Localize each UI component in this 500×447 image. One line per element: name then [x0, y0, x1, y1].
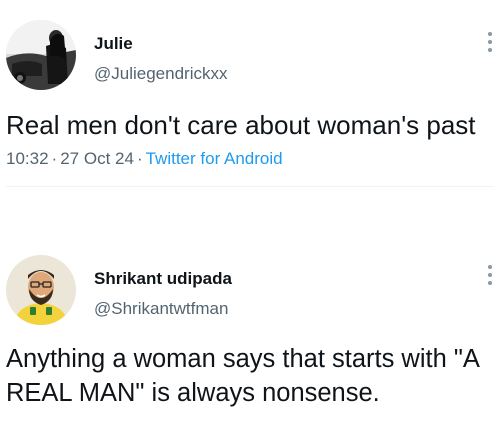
- more-options-icon[interactable]: [486, 32, 494, 52]
- tweet-client-link[interactable]: Twitter for Android: [146, 149, 283, 168]
- tweet-card: Julie @Juliegendrickxx Real men don't ca…: [0, 0, 500, 190]
- tweet-card: Shrikant udipada @Shrikantwtfman Anythin…: [0, 245, 500, 447]
- meta-separator: ·: [136, 149, 143, 168]
- profile-photo-icon: [6, 20, 76, 90]
- tweet-time[interactable]: 10:32: [6, 149, 49, 168]
- meta-separator: ·: [51, 149, 58, 168]
- author-name[interactable]: Julie: [94, 34, 133, 54]
- tweet-text: Real men don't care about woman's past: [6, 110, 476, 140]
- author-handle[interactable]: @Juliegendrickxx: [94, 64, 227, 84]
- divider: [6, 186, 494, 187]
- cartoon-avatar-icon: [6, 255, 76, 325]
- author-handle[interactable]: @Shrikantwtfman: [94, 299, 228, 319]
- tweet-date[interactable]: 27 Oct 24: [60, 149, 134, 168]
- tweet-text: Anything a woman says that starts with "…: [6, 345, 479, 407]
- tweet-meta: 10:32 · 27 Oct 24 · Twitter for Android: [6, 149, 283, 169]
- avatar[interactable]: [6, 255, 76, 325]
- author-name[interactable]: Shrikant udipada: [94, 269, 232, 289]
- avatar[interactable]: [6, 20, 76, 90]
- more-options-icon[interactable]: [486, 265, 494, 285]
